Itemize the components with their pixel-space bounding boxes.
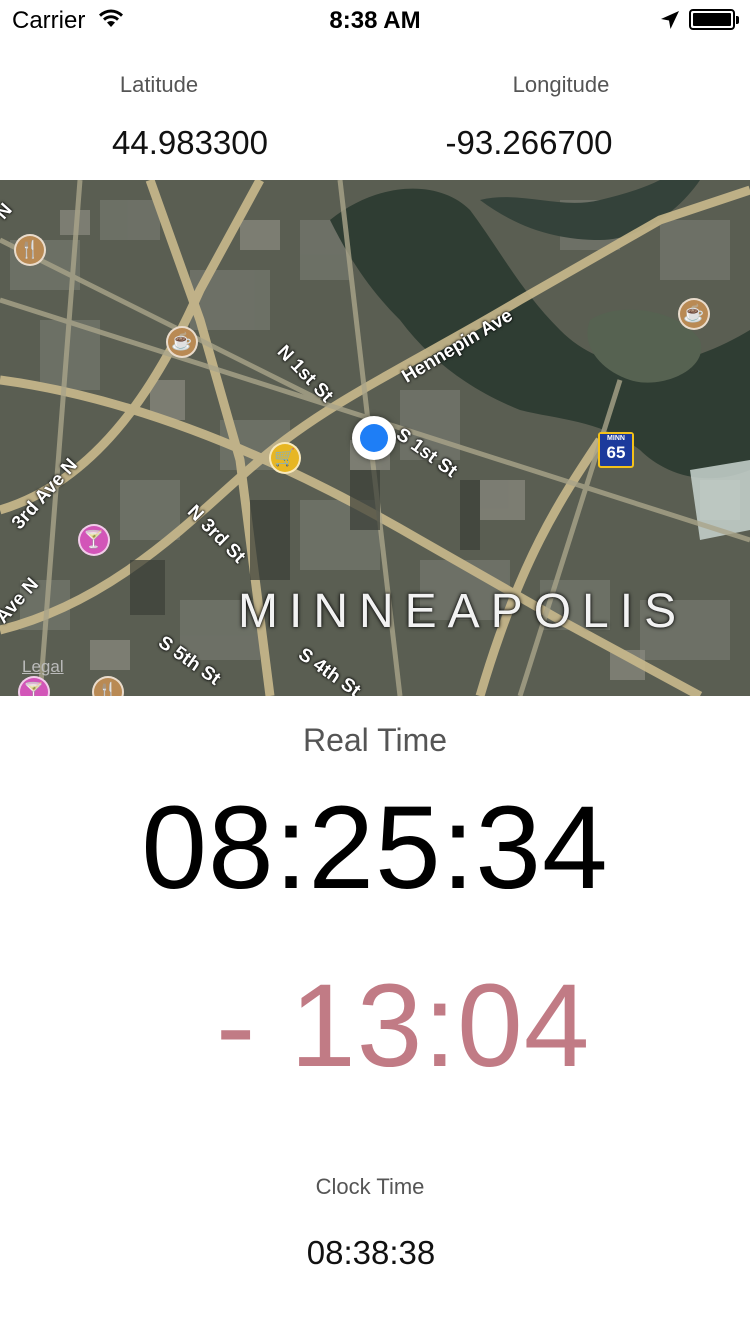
latitude-value: 44.983300	[112, 124, 268, 161]
longitude-label: Longitude	[512, 72, 610, 97]
legal-link[interactable]: Legal	[22, 657, 64, 677]
time-offset: - 13:04	[216, 960, 591, 1092]
highway-shield-state: MINN	[600, 434, 632, 443]
city-label: MINNEAPOLIS	[238, 585, 688, 638]
real-time-label: Real Time	[302, 722, 448, 758]
shopping-cart-icon[interactable]: 🛒	[269, 442, 301, 474]
battery-icon	[689, 9, 739, 30]
highway-shield-number: 65	[606, 443, 626, 462]
cafe-icon[interactable]: ☕	[678, 298, 710, 330]
highway-shield: MINN 65	[598, 432, 634, 468]
user-location-marker[interactable]	[352, 416, 396, 460]
satellite-map[interactable]: N 1st St Hennepin Ave S 1st St 3rd Ave N…	[0, 180, 750, 696]
location-arrow-icon	[660, 10, 680, 35]
real-time-value: 08:25:34	[141, 782, 609, 914]
cafe-icon[interactable]: ☕	[166, 326, 198, 358]
clock-time-value: 08:38:38	[306, 1234, 436, 1271]
status-bar: Carrier 8:38 AM	[0, 0, 750, 40]
restaurant-icon[interactable]: 🍴	[14, 234, 46, 266]
status-time: 8:38 AM	[329, 7, 421, 34]
longitude-value: -93.266700	[445, 124, 613, 161]
clock-time-label: Clock Time	[315, 1174, 425, 1199]
latitude-label: Latitude	[119, 72, 199, 97]
bar-icon[interactable]: 🍸	[78, 524, 110, 556]
